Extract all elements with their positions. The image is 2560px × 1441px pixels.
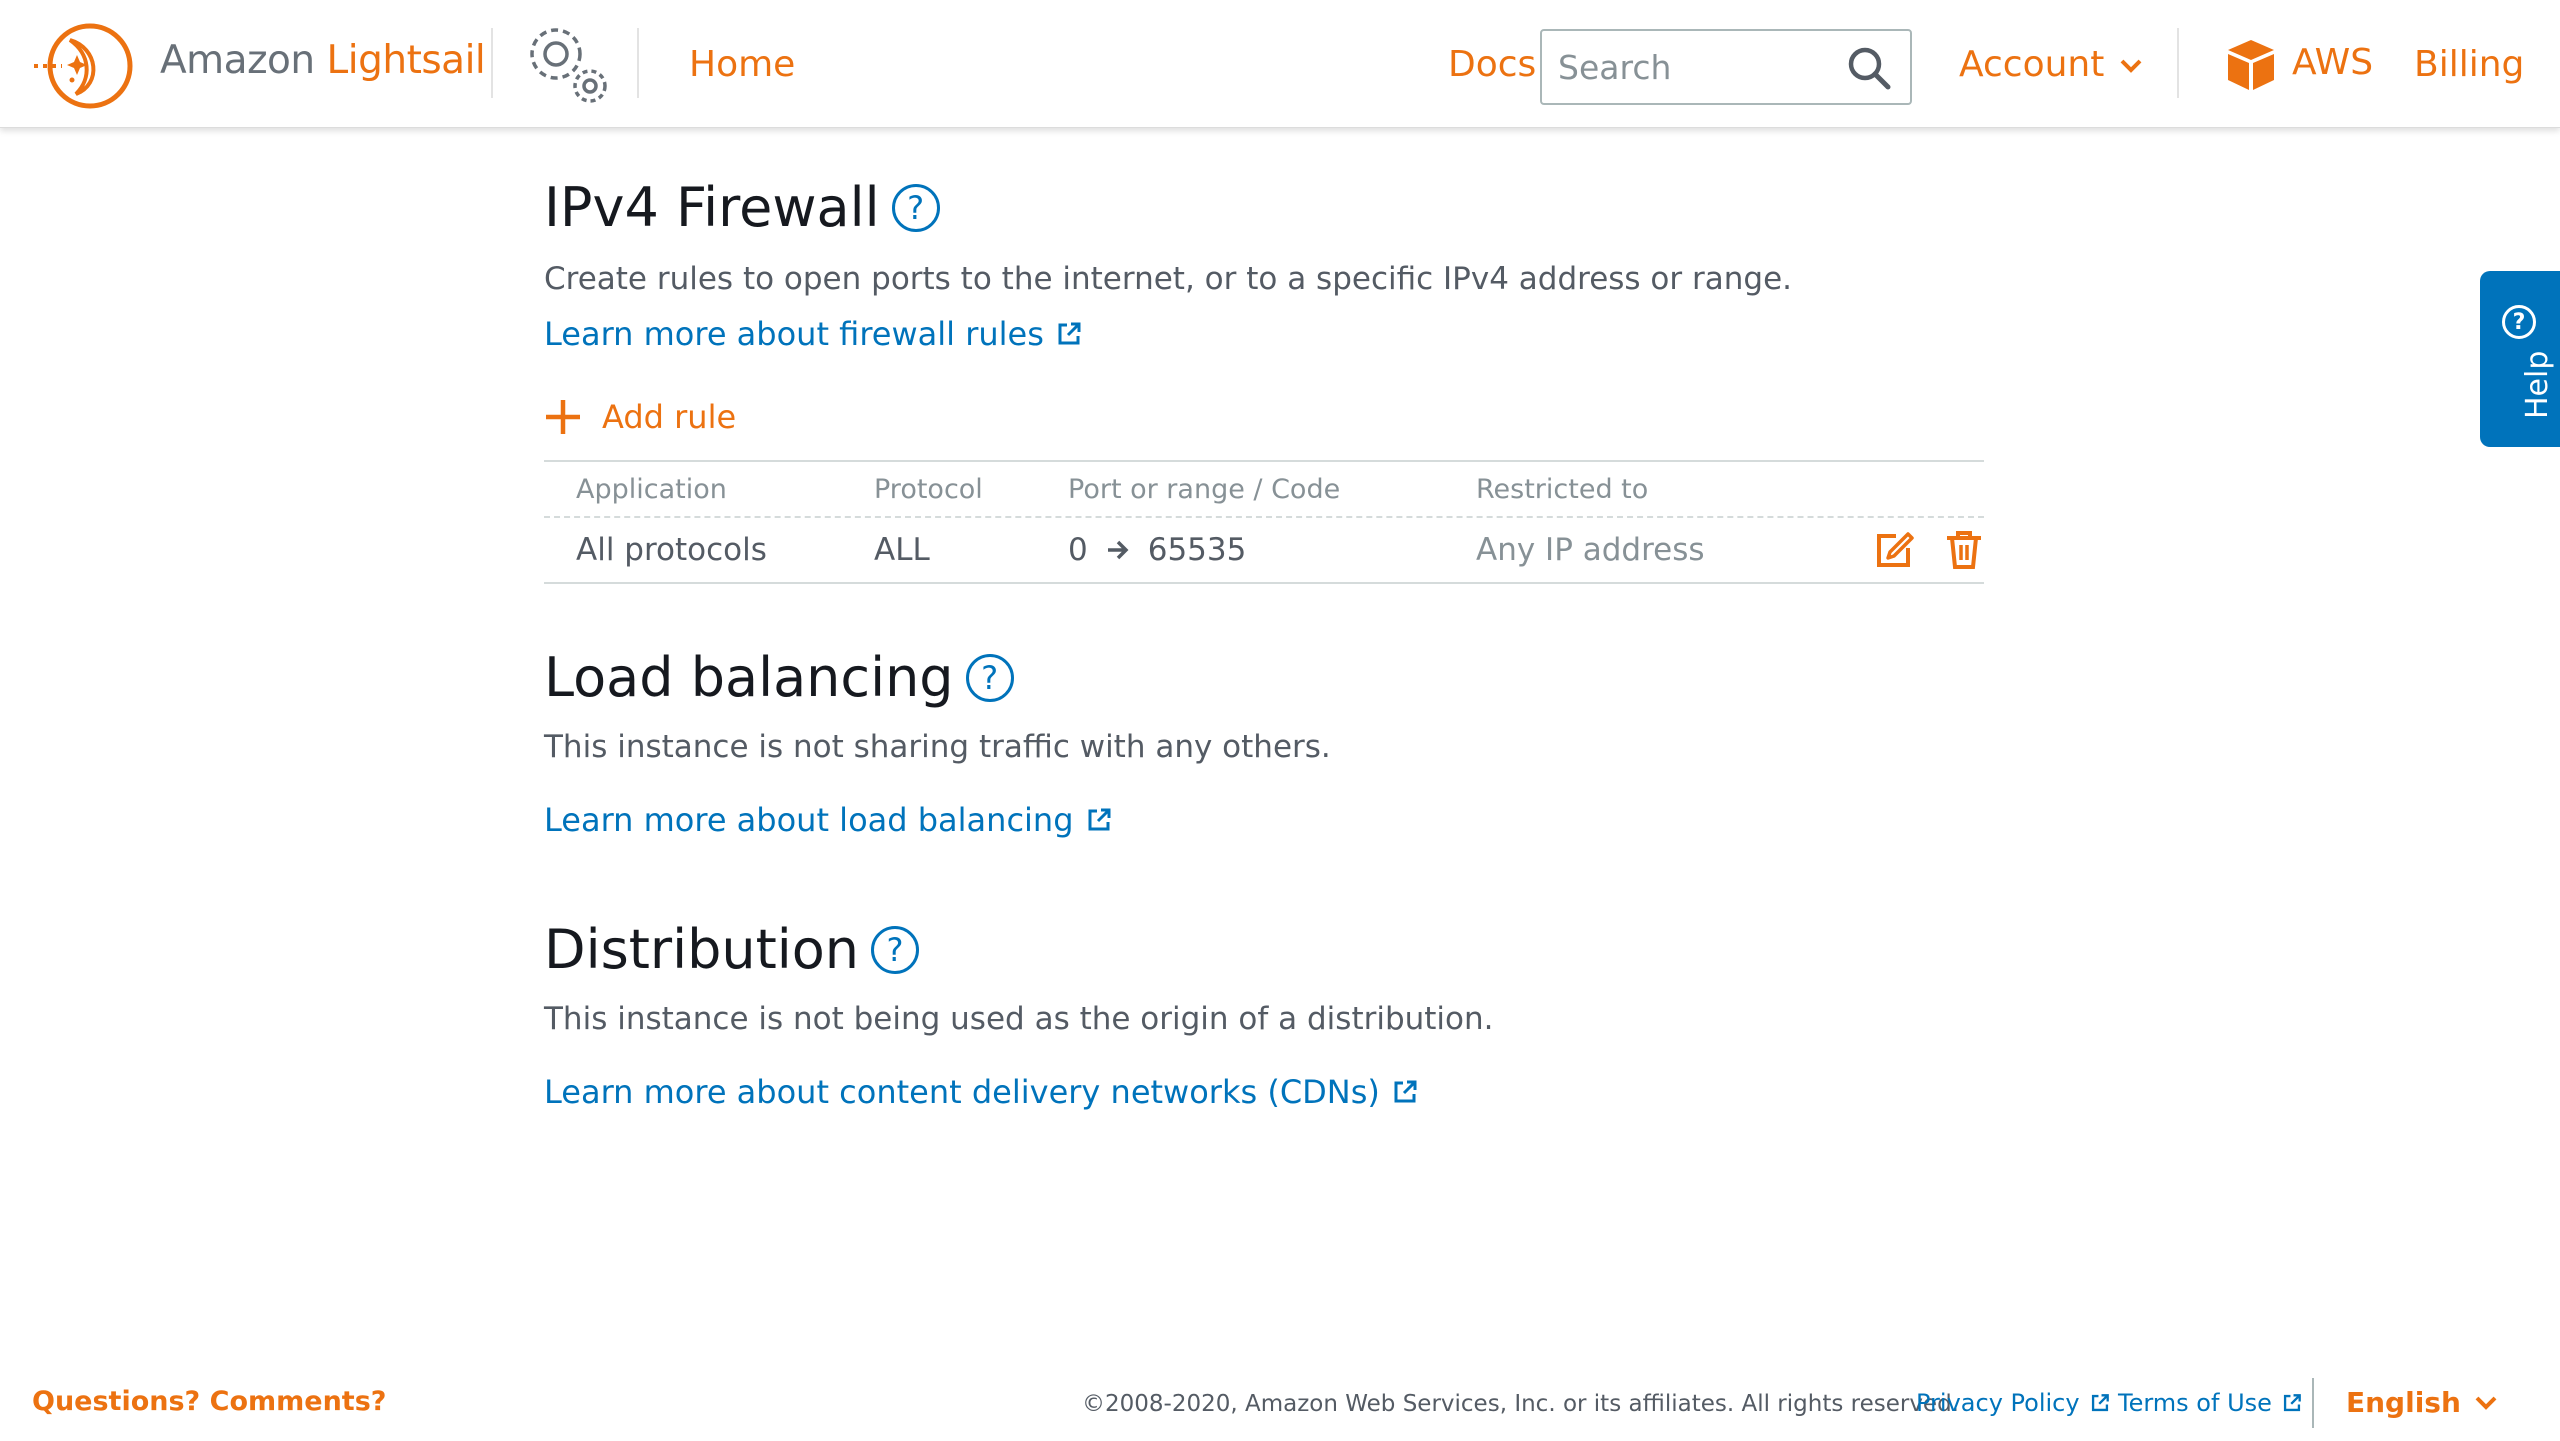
copyright-text: ©2008-2020, Amazon Web Services, Inc. or…	[1082, 1391, 1959, 1417]
brand-name[interactable]: Amazon Lightsail	[160, 38, 486, 83]
search-box[interactable]	[1540, 29, 1912, 105]
firewall-title: IPv4 Firewall ?	[544, 176, 1984, 239]
distribution-learn-more-text: Learn more about content delivery networ…	[544, 1073, 1380, 1111]
terms-of-use-text: Terms of Use	[2118, 1389, 2272, 1417]
trash-icon[interactable]	[1944, 530, 1984, 570]
header-divider	[2177, 28, 2179, 98]
question-icon[interactable]: ?	[871, 925, 920, 974]
distribution-section: Distribution ? This instance is not bein…	[544, 918, 1984, 1111]
load-balancing-title-text: Load balancing	[544, 646, 954, 709]
language-label: English	[2346, 1386, 2461, 1419]
external-link-icon	[2091, 1394, 2109, 1412]
firewall-title-text: IPv4 Firewall	[544, 176, 880, 239]
terms-of-use-link[interactable]: Terms of Use	[2118, 1389, 2302, 1417]
header-divider	[491, 28, 493, 98]
language-selector[interactable]: English	[2346, 1386, 2497, 1419]
chevron-down-icon	[2120, 59, 2142, 73]
help-tab-label: Help	[2520, 350, 2555, 419]
rule-protocol: ALL	[874, 532, 930, 568]
rule-actions	[1874, 530, 1984, 570]
rule-port-to: 65535	[1147, 532, 1247, 568]
gears-icon[interactable]	[518, 16, 618, 112]
search-input[interactable]	[1558, 45, 1848, 89]
plus-icon	[546, 400, 580, 434]
load-balancing-learn-more-text: Learn more about load balancing	[544, 801, 1074, 839]
edit-icon[interactable]	[1874, 530, 1914, 570]
nav-billing-link[interactable]: Billing	[2414, 44, 2524, 85]
brand-product: Lightsail	[326, 38, 486, 83]
firewall-section: IPv4 Firewall ? Create rules to open por…	[544, 176, 1984, 353]
top-navigation-bar: Amazon Lightsail Home Docs Account AWS B…	[0, 0, 2560, 128]
footer-divider	[2312, 1378, 2314, 1428]
firewall-learn-more-text: Learn more about firewall rules	[544, 315, 1044, 353]
firewall-learn-more-link[interactable]: Learn more about firewall rules	[544, 315, 1984, 353]
distribution-learn-more-link[interactable]: Learn more about content delivery networ…	[544, 1073, 1984, 1111]
external-link-icon	[1394, 1080, 1417, 1103]
help-panel-tab[interactable]: ? Help	[2480, 271, 2560, 447]
external-link-icon	[1088, 808, 1111, 831]
add-rule-label: Add rule	[602, 398, 737, 436]
load-balancing-title: Load balancing ?	[544, 646, 1984, 709]
question-icon[interactable]: ?	[891, 183, 940, 232]
load-balancing-section: Load balancing ? This instance is not sh…	[544, 646, 1984, 839]
header-divider	[637, 28, 639, 98]
column-header-protocol: Protocol	[874, 474, 983, 505]
rule-restricted-to: Any IP address	[1476, 532, 1705, 568]
question-icon[interactable]: ?	[965, 653, 1014, 702]
lightsail-logo-icon[interactable]	[32, 18, 140, 114]
question-icon: ?	[2502, 305, 2536, 339]
distribution-title: Distribution ?	[544, 918, 1984, 981]
table-row: All protocols ALL 0 65535 Any IP address	[544, 518, 1984, 582]
nav-docs-link[interactable]: Docs	[1448, 44, 1536, 85]
add-rule-button[interactable]: Add rule	[544, 398, 736, 436]
aws-box-icon[interactable]	[2226, 38, 2276, 92]
feedback-link[interactable]: Questions? Comments?	[32, 1386, 386, 1417]
rule-application: All protocols	[576, 532, 767, 568]
privacy-policy-link[interactable]: Privacy Policy	[1916, 1389, 2110, 1417]
privacy-policy-text: Privacy Policy	[1916, 1389, 2080, 1417]
distribution-title-text: Distribution	[544, 918, 860, 981]
nav-aws-link[interactable]: AWS	[2292, 42, 2373, 83]
external-link-icon	[2283, 1394, 2301, 1412]
search-icon[interactable]	[1846, 45, 1892, 91]
account-label: Account	[1959, 44, 2105, 85]
distribution-description: This instance is not being used as the o…	[544, 1001, 1494, 1037]
firewall-description: Create rules to open ports to the intern…	[544, 261, 1792, 297]
rule-port-from: 0	[1068, 532, 1088, 568]
external-link-icon	[1058, 322, 1081, 345]
column-header-restricted: Restricted to	[1476, 474, 1649, 505]
load-balancing-description: This instance is not sharing traffic wit…	[544, 729, 1331, 765]
column-header-application: Application	[576, 474, 727, 505]
firewall-rules-table: Application Protocol Port or range / Cod…	[544, 460, 1984, 584]
arrow-right-icon	[1107, 540, 1129, 560]
load-balancing-learn-more-link[interactable]: Learn more about load balancing	[544, 801, 1984, 839]
table-header: Application Protocol Port or range / Cod…	[544, 462, 1984, 518]
nav-home-link[interactable]: Home	[689, 44, 795, 85]
chevron-down-icon	[2475, 1396, 2497, 1410]
rule-port-range: 0 65535	[1068, 532, 1246, 568]
column-header-port: Port or range / Code	[1068, 474, 1341, 505]
brand-prefix: Amazon	[160, 38, 315, 83]
account-menu[interactable]: Account	[1959, 44, 2142, 85]
